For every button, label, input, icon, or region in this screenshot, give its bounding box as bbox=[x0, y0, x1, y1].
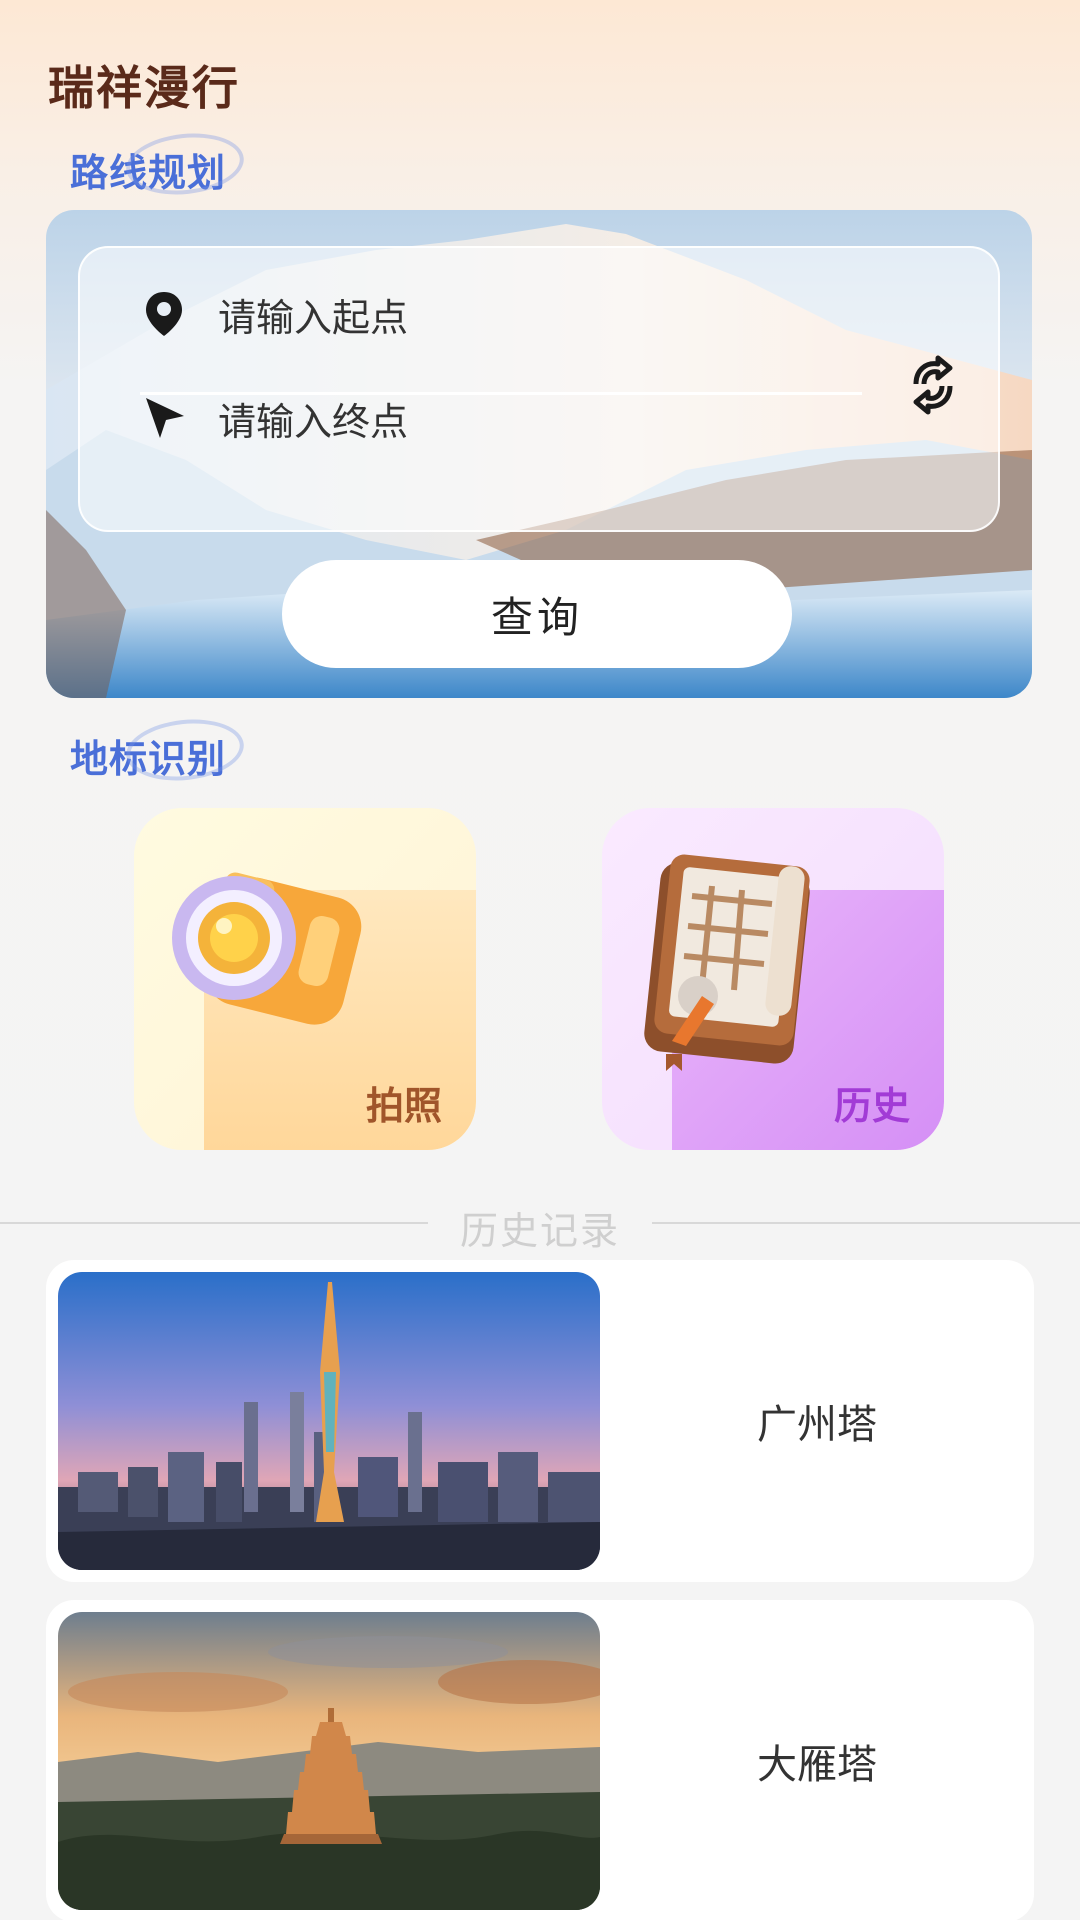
camera-icon bbox=[172, 872, 362, 1025]
giant-wild-goose-pagoda-thumbnail bbox=[58, 1612, 600, 1910]
take-photo-tile[interactable]: 拍照 bbox=[134, 808, 476, 1150]
end-point-field[interactable]: 请输入终点 bbox=[140, 378, 860, 458]
start-point-placeholder: 请输入起点 bbox=[218, 295, 409, 340]
history-item-card[interactable]: 广州塔 bbox=[46, 1260, 1034, 1582]
swap-route-button[interactable] bbox=[900, 352, 966, 418]
route-section-label: 路线规划 bbox=[70, 127, 247, 201]
history-item-card[interactable]: 大雁塔 bbox=[46, 1600, 1034, 1920]
swap-icon bbox=[913, 355, 953, 415]
landmark-section-label: 地标识别 bbox=[70, 713, 247, 787]
recognition-history-tile[interactable]: 历史 bbox=[602, 808, 944, 1150]
start-point-field[interactable]: 请输入起点 bbox=[140, 274, 860, 354]
take-photo-label: 拍照 bbox=[365, 1084, 442, 1128]
end-point-placeholder: 请输入终点 bbox=[218, 399, 409, 444]
history-item-name: 广州塔 bbox=[757, 1402, 877, 1448]
history-records-title: 历史记录 bbox=[459, 1209, 620, 1253]
history-label: 历史 bbox=[833, 1084, 910, 1128]
query-button[interactable]: 查询 bbox=[282, 560, 792, 668]
app-title: 瑞祥漫行 bbox=[48, 61, 240, 115]
route-planning-card: 请输入起点 请输入终点 查询 bbox=[46, 210, 1032, 698]
history-book-icon bbox=[644, 854, 810, 1071]
navigation-arrow-icon bbox=[140, 394, 188, 442]
history-item-name: 大雁塔 bbox=[757, 1742, 877, 1788]
canton-tower-thumbnail bbox=[58, 1272, 600, 1570]
location-pin-icon bbox=[140, 290, 188, 338]
app-screen: 瑞祥漫行 路线规划 请输入起点 请输入终点 查询 地标识别 拍照 历史 历史记录… bbox=[0, 0, 1080, 1920]
route-input-panel: 请输入起点 请输入终点 bbox=[78, 246, 1000, 532]
